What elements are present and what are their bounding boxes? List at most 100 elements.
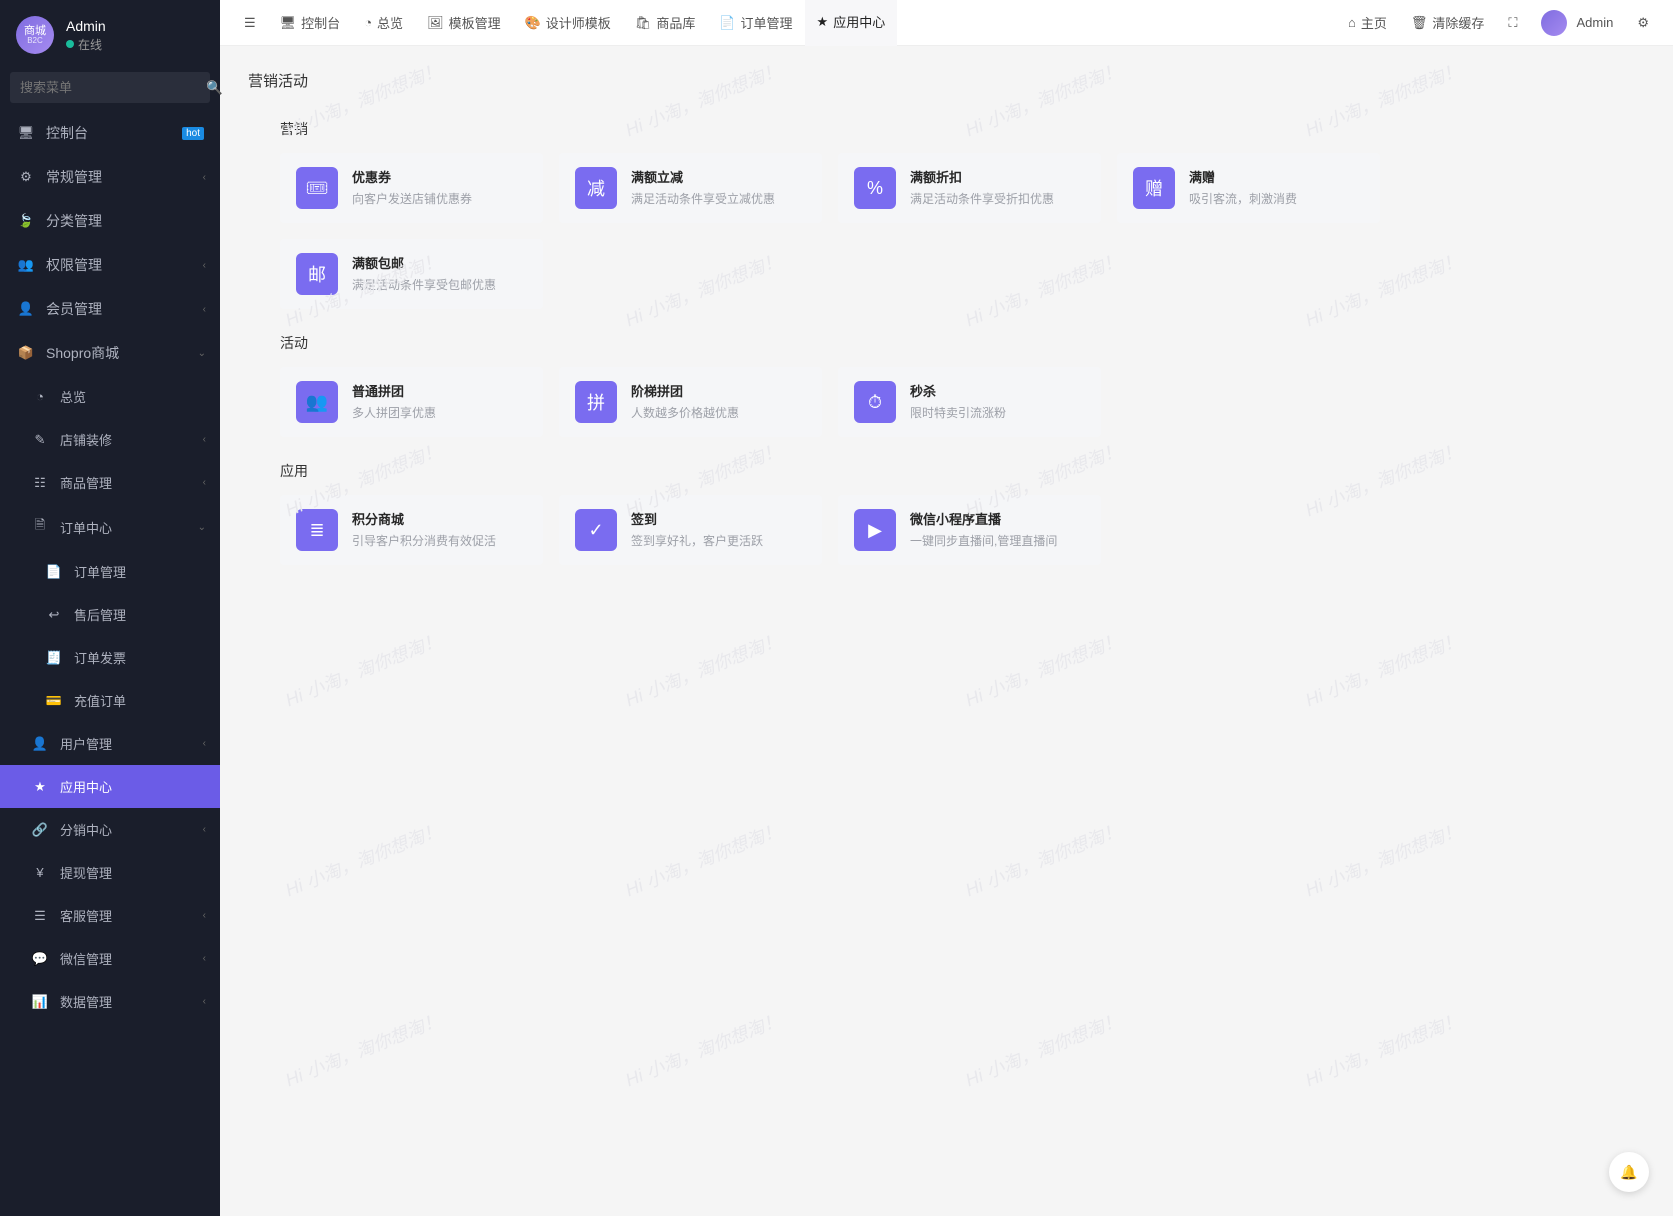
section-营销: 营销 🎟优惠券向客户发送店铺优惠券减满额立减满足活动条件享受立减优惠%满额折扣满足… bbox=[248, 119, 1645, 309]
page-title: 营销活动 bbox=[248, 70, 1645, 91]
nav-label: 应用中心 bbox=[60, 777, 112, 796]
fullscreen-button[interactable]: ⛶ bbox=[1496, 0, 1529, 46]
nav-label: 订单中心 bbox=[60, 518, 112, 537]
card-icon: 邮 bbox=[296, 253, 338, 295]
card-微信小程序直播[interactable]: ▶微信小程序直播一键同步直播间,管理直播间 bbox=[838, 495, 1101, 565]
nav-item-分销中心[interactable]: 🔗分销中心‹ bbox=[0, 808, 220, 851]
nav-icon: 💳 bbox=[44, 693, 64, 709]
card-desc: 限时特卖引流涨粉 bbox=[910, 404, 1006, 421]
settings-button[interactable]: ⚙ bbox=[1625, 0, 1661, 46]
nav-item-店铺装修[interactable]: ✎店铺装修‹ bbox=[0, 418, 220, 461]
nav-item-Shopro商城[interactable]: 📦Shopro商城⌄ bbox=[0, 331, 220, 375]
trash-icon: 🗑 bbox=[1411, 15, 1428, 31]
nav-item-用户管理[interactable]: 👤用户管理‹ bbox=[0, 722, 220, 765]
card-满额包邮[interactable]: 邮满额包邮满足活动条件享受包邮优惠 bbox=[280, 239, 543, 309]
home-button[interactable]: ⌂主页 bbox=[1336, 0, 1399, 46]
tab-label: 商品库 bbox=[656, 13, 695, 32]
section-title: 营销 bbox=[280, 119, 1645, 139]
nav-label: 分销中心 bbox=[60, 820, 112, 839]
nav-item-常规管理[interactable]: ⚙常规管理‹ bbox=[0, 155, 220, 199]
card-icon: ≣ bbox=[296, 509, 338, 551]
nav-label: Shopro商城 bbox=[46, 343, 119, 363]
card-普通拼团[interactable]: 👥普通拼团多人拼团享优惠 bbox=[280, 367, 543, 437]
card-title: 普通拼团 bbox=[352, 381, 436, 400]
avatar[interactable]: 商城 B2C bbox=[16, 16, 54, 54]
nav-item-订单中心[interactable]: 🗎订单中心⌄ bbox=[0, 504, 220, 550]
card-title: 积分商城 bbox=[352, 509, 496, 528]
chevron-icon: ‹ bbox=[203, 304, 206, 315]
card-优惠券[interactable]: 🎟优惠券向客户发送店铺优惠券 bbox=[280, 153, 543, 223]
nav-item-总览[interactable]: ◔总览 bbox=[0, 375, 220, 418]
main: ☰ 🖥控制台◔总览🖼模板管理🎨设计师模板🛍商品库📄订单管理★应用中心 ⌂主页 🗑… bbox=[220, 0, 1673, 1216]
tab-控制台[interactable]: 🖥控制台 bbox=[268, 0, 353, 46]
card-满额折扣[interactable]: %满额折扣满足活动条件享受折扣优惠 bbox=[838, 153, 1101, 223]
nav-label: 店铺装修 bbox=[60, 430, 112, 449]
nav-label: 商品管理 bbox=[60, 473, 112, 492]
nav-item-微信管理[interactable]: 💬微信管理‹ bbox=[0, 937, 220, 980]
card-icon: ▶ bbox=[854, 509, 896, 551]
tab-订单管理[interactable]: 📄订单管理 bbox=[707, 0, 804, 46]
nav-item-数据管理[interactable]: 📊数据管理‹ bbox=[0, 980, 220, 1023]
nav-item-充值订单[interactable]: 💳充值订单 bbox=[0, 679, 220, 722]
card-icon: ⏱ bbox=[854, 381, 896, 423]
nav-label: 常规管理 bbox=[46, 167, 102, 187]
nav-label: 订单管理 bbox=[74, 562, 126, 581]
nav-item-会员管理[interactable]: 👤会员管理‹ bbox=[0, 287, 220, 331]
tab-商品库[interactable]: 🛍商品库 bbox=[623, 0, 708, 46]
card-满额立减[interactable]: 减满额立减满足活动条件享受立减优惠 bbox=[559, 153, 822, 223]
chevron-icon: ‹ bbox=[203, 953, 206, 964]
nav-icon: 📦 bbox=[16, 345, 36, 361]
notification-fab[interactable]: 🔔 bbox=[1609, 1152, 1649, 1192]
clear-cache-button[interactable]: 🗑清除缓存 bbox=[1399, 0, 1497, 46]
tab-label: 总览 bbox=[377, 13, 403, 32]
card-积分商城[interactable]: ≣积分商城引导客户积分消费有效促活 bbox=[280, 495, 543, 565]
nav-icon: 🖥 bbox=[16, 125, 36, 141]
card-title: 签到 bbox=[631, 509, 763, 528]
chevron-icon: ‹ bbox=[203, 260, 206, 271]
nav-icon: ✎ bbox=[30, 432, 50, 448]
nav-item-商品管理[interactable]: ☷商品管理‹ bbox=[0, 461, 220, 504]
menu-toggle[interactable]: ☰ bbox=[232, 0, 268, 46]
section-应用: 应用≣积分商城引导客户积分消费有效促活✓签到签到享好礼，客户更活跃▶微信小程序直… bbox=[248, 461, 1645, 565]
section-活动: 活动 👥普通拼团多人拼团享优惠拼阶梯拼团人数越多价格越优惠⏱秒杀限时特卖引流涨粉 bbox=[248, 333, 1645, 437]
card-desc: 一键同步直播间,管理直播间 bbox=[910, 532, 1057, 549]
search-input[interactable] bbox=[10, 72, 206, 103]
card-满赠[interactable]: 赠满赠吸引客流，刺激消费 bbox=[1117, 153, 1380, 223]
card-icon: 赠 bbox=[1133, 167, 1175, 209]
card-签到[interactable]: ✓签到签到享好礼，客户更活跃 bbox=[559, 495, 822, 565]
nav-item-订单发票[interactable]: 🧾订单发票 bbox=[0, 636, 220, 679]
watermark: Hi 小淘，淘你想淘！ bbox=[1301, 816, 1465, 902]
nav-icon: 🗎 bbox=[30, 516, 50, 538]
nav-item-客服管理[interactable]: ☰客服管理‹ bbox=[0, 894, 220, 937]
nav-icon: 👤 bbox=[30, 736, 50, 752]
card-title: 满赠 bbox=[1189, 167, 1297, 186]
card-desc: 满足活动条件享受折扣优惠 bbox=[910, 190, 1054, 207]
card-icon: 拼 bbox=[575, 381, 617, 423]
nav-item-售后管理[interactable]: ↩售后管理 bbox=[0, 593, 220, 636]
tab-模板管理[interactable]: 🖼模板管理 bbox=[415, 0, 513, 46]
nav-icon: 👥 bbox=[16, 257, 36, 273]
tab-label: 控制台 bbox=[301, 13, 340, 32]
card-阶梯拼团[interactable]: 拼阶梯拼团人数越多价格越优惠 bbox=[559, 367, 822, 437]
tab-设计师模板[interactable]: 🎨设计师模板 bbox=[513, 0, 623, 46]
nav-label: 订单发票 bbox=[74, 648, 126, 667]
card-grid: 👥普通拼团多人拼团享优惠拼阶梯拼团人数越多价格越优惠⏱秒杀限时特卖引流涨粉 bbox=[280, 367, 1380, 437]
nav-item-分类管理[interactable]: 🍃分类管理 bbox=[0, 199, 220, 243]
sidebar: 商城 B2C Admin 在线 🔍 🖥控制台hot⚙常规管理‹🍃分类管理👥权限管… bbox=[0, 0, 220, 1216]
nav-item-控制台[interactable]: 🖥控制台hot bbox=[0, 111, 220, 155]
tab-总览[interactable]: ◔总览 bbox=[352, 0, 415, 46]
nav-item-订单管理[interactable]: 📄订单管理 bbox=[0, 550, 220, 593]
tab-icon: ★ bbox=[817, 14, 829, 30]
user-menu[interactable]: Admin bbox=[1529, 0, 1625, 46]
card-desc: 人数越多价格越优惠 bbox=[631, 404, 739, 421]
card-秒杀[interactable]: ⏱秒杀限时特卖引流涨粉 bbox=[838, 367, 1101, 437]
content: 营销活动 营销 🎟优惠券向客户发送店铺优惠券减满额立减满足活动条件享受立减优惠%满… bbox=[220, 46, 1673, 613]
tab-应用中心[interactable]: ★应用中心 bbox=[805, 0, 898, 46]
chevron-icon: ‹ bbox=[203, 738, 206, 749]
nav-item-提现管理[interactable]: ¥提现管理 bbox=[0, 851, 220, 894]
nav-item-应用中心[interactable]: ★应用中心 bbox=[0, 765, 220, 808]
section-title: 活动 bbox=[280, 333, 1645, 353]
nav-item-权限管理[interactable]: 👥权限管理‹ bbox=[0, 243, 220, 287]
card-desc: 签到享好礼，客户更活跃 bbox=[631, 532, 763, 549]
nav-icon: ◔ bbox=[30, 389, 50, 404]
